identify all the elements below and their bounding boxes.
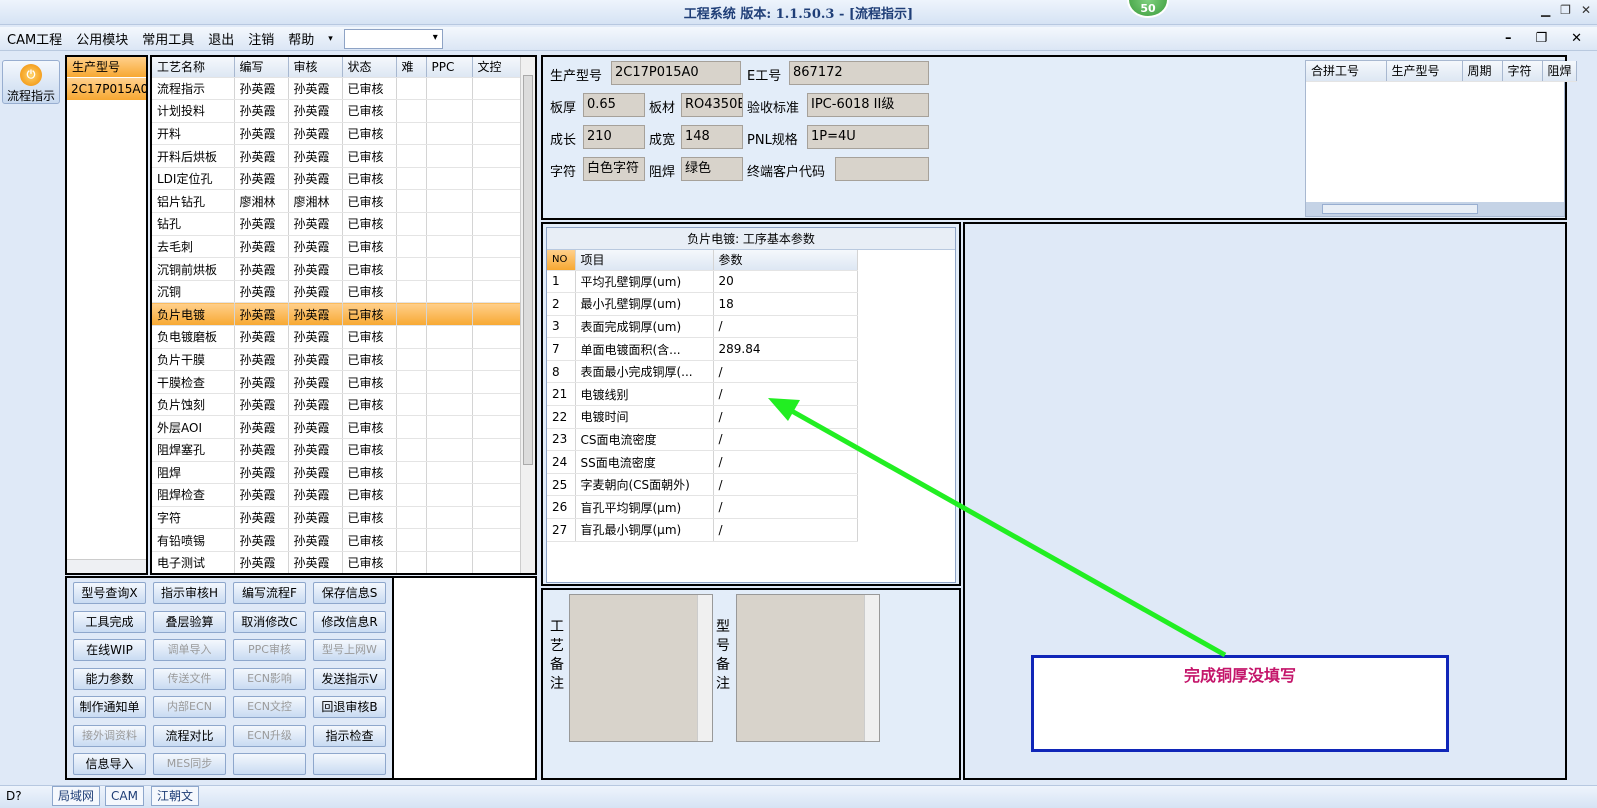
arrow-head [768,398,800,421]
status-left-text: D? [6,789,22,803]
status-tab-cam[interactable]: CAM [105,786,144,806]
arrow-line [788,407,1227,658]
status-tab-user[interactable]: 江朝文 [151,786,200,806]
annotation-arrow [768,398,1227,658]
status-tab-lan[interactable]: 局域网 [52,786,101,806]
status-bar: D? 局域网 CAM 江朝文 [0,785,1597,808]
